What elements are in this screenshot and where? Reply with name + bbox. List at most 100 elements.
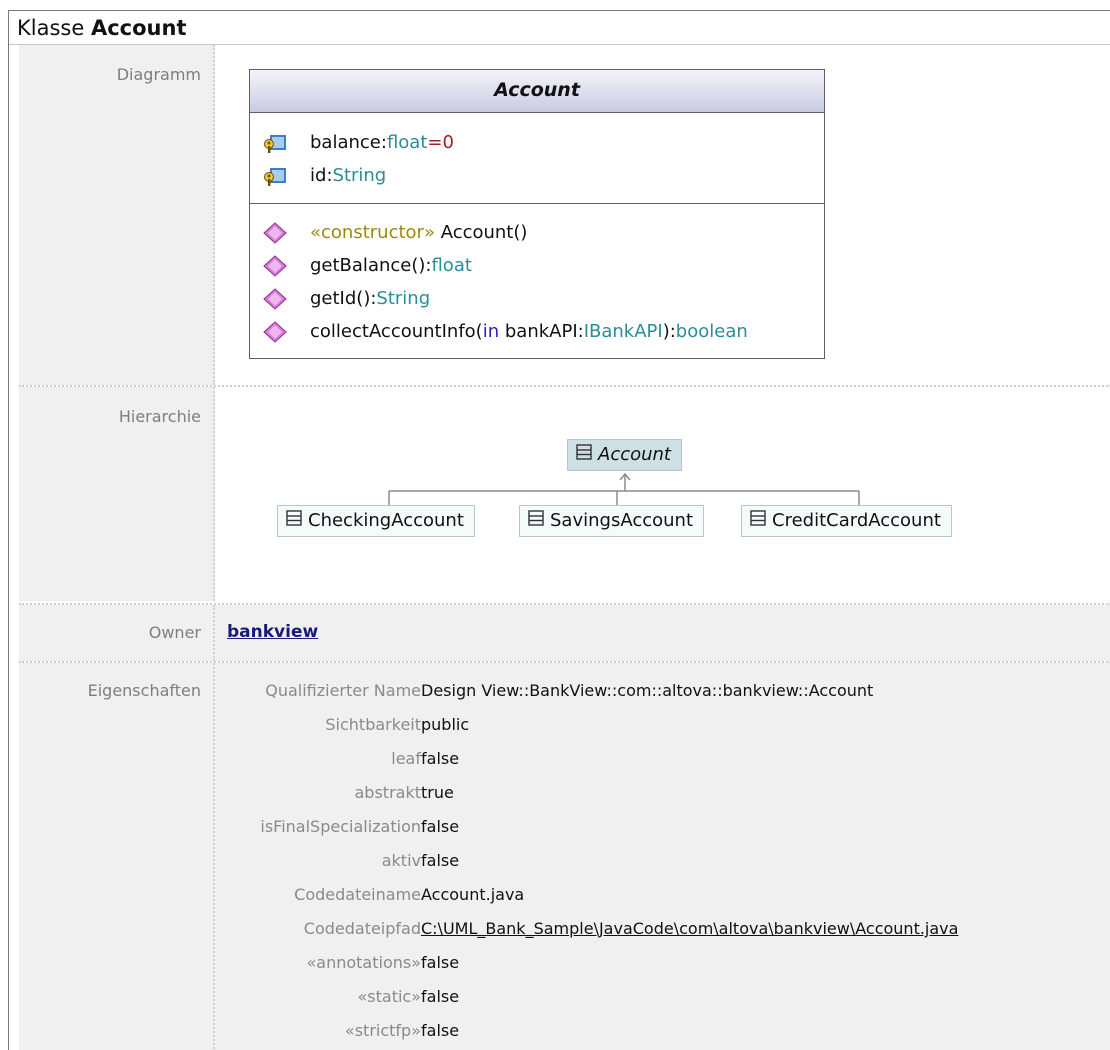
property-row: «strictfp»	[215, 1020, 421, 1042]
property-value: false	[421, 1021, 460, 1040]
owner-label: Owner	[148, 623, 201, 642]
hierarchy-row: Hierarchie Account CheckingAccount Savin…	[9, 387, 1110, 601]
operation-stereotype: «constructor»	[310, 222, 435, 243]
uml-class-box[interactable]: Account balance:float=0 id:String «const…	[249, 69, 825, 359]
property-value: true	[421, 783, 454, 802]
property-row: «annotations»	[215, 952, 421, 974]
class-icon	[286, 506, 302, 536]
property-key: isFinalSpecialization	[260, 817, 421, 836]
hierarchy-child-class[interactable]: SavingsAccount	[519, 505, 704, 537]
operation-icon	[262, 255, 288, 277]
owner-link[interactable]: bankview	[227, 622, 318, 642]
attribute-equals: =	[427, 132, 443, 153]
hierarchy-base-name: Account	[598, 444, 671, 465]
property-value: Design View::BankView::com::altova::bank…	[421, 681, 874, 700]
property-key: «annotations»	[306, 953, 421, 972]
uml-operation-row[interactable]: getBalance():float	[262, 253, 472, 279]
property-row: Codedateiname	[215, 884, 421, 906]
attribute-type: String	[332, 165, 387, 186]
property-row: Qualifizierter Name	[215, 680, 421, 702]
property-row: aktiv	[215, 850, 421, 872]
diagram-label-cell: Diagramm	[19, 45, 215, 385]
property-value: false	[421, 851, 460, 870]
property-key: Codedateiname	[294, 885, 421, 904]
uml-attributes: balance:float=0 id:String	[250, 113, 824, 204]
hierarchy-cell: Account CheckingAccount SavingsAccount C…	[215, 387, 1110, 601]
diagram-cell: Account balance:float=0 id:String «const…	[215, 45, 1110, 385]
page-title: Klasse Account	[9, 11, 1110, 45]
protected-attribute-icon	[262, 132, 288, 154]
title-prefix: Klasse	[17, 16, 85, 40]
property-value: Account.java	[421, 885, 525, 904]
property-value: false	[421, 817, 460, 836]
class-icon	[576, 440, 592, 470]
owner-row: Owner bankview	[9, 605, 1110, 661]
hierarchy-child-class[interactable]: CreditCardAccount	[741, 505, 952, 537]
property-key: leaf	[391, 749, 421, 768]
attribute-default: 0	[442, 132, 454, 153]
operation-return-type: boolean	[675, 321, 748, 342]
parameter-name: bankAPI:	[499, 321, 584, 342]
property-row: abstrakt	[215, 782, 422, 804]
property-key: aktiv	[381, 851, 421, 870]
uml-operation-row[interactable]: collectAccountInfo(in bankAPI:IBankAPI):…	[262, 319, 748, 345]
property-row: isFinalSpecialization	[215, 816, 421, 838]
owner-cell: bankview	[215, 605, 1110, 661]
properties-cell: Qualifizierter Name Design View::BankVie…	[215, 663, 1110, 1050]
operation-name: collectAccountInfo(	[310, 321, 483, 342]
property-key: Sichtbarkeit	[325, 715, 421, 734]
operation-return-type: String	[376, 288, 431, 309]
attribute-name: id	[310, 165, 327, 186]
operation-name: getBalance():	[310, 255, 432, 276]
hierarchy-label: Hierarchie	[118, 407, 201, 426]
hierarchy-child-name: SavingsAccount	[550, 510, 693, 531]
hierarchy-child-name: CreditCardAccount	[772, 510, 941, 531]
property-row: «static»	[215, 986, 421, 1008]
property-row: Sichtbarkeit	[215, 714, 421, 736]
code-path-link[interactable]: C:\UML_Bank_Sample\JavaCode\com\altova\b…	[421, 918, 958, 940]
attribute-type: float	[386, 132, 428, 153]
operation-icon	[262, 222, 288, 244]
property-key: Codedateipfad	[303, 919, 421, 938]
class-icon	[750, 506, 766, 536]
hierarchy-child-class[interactable]: CheckingAccount	[277, 505, 475, 537]
properties-row: Eigenschaften Qualifizierter Name Design…	[9, 663, 1110, 1050]
property-key: «strictfp»	[344, 1021, 421, 1040]
hierarchy-connectors	[388, 472, 860, 505]
class-name: Account	[90, 16, 187, 40]
operation-icon	[262, 288, 288, 310]
properties-label-cell: Eigenschaften	[19, 663, 215, 1050]
property-row: Codedateipfad	[215, 918, 421, 940]
parameter-type: IBankAPI	[583, 321, 663, 342]
hierarchy-label-cell: Hierarchie	[19, 387, 215, 601]
class-report: Klasse Account Diagramm Account balance:…	[8, 10, 1110, 1050]
uml-class-name: Account	[250, 70, 824, 113]
property-value: false	[421, 953, 460, 972]
parameter-direction: in	[482, 321, 500, 342]
property-value: false	[421, 749, 460, 768]
operation-return-type: float	[431, 255, 472, 276]
uml-operation-row[interactable]: getId():String	[262, 286, 430, 312]
property-key: abstrakt	[354, 783, 422, 802]
attribute-name: balance	[310, 132, 381, 153]
protected-attribute-icon	[262, 165, 288, 187]
properties-label: Eigenschaften	[87, 681, 201, 700]
uml-attribute-row[interactable]: balance:float=0	[262, 130, 454, 156]
diagram-label: Diagramm	[116, 65, 201, 84]
uml-operation-row[interactable]: «constructor» Account()	[262, 220, 527, 246]
operation-name: Account()	[434, 222, 528, 243]
property-key: «static»	[357, 987, 421, 1006]
operation-name: getId():	[310, 288, 377, 309]
hierarchy-base-class[interactable]: Account	[567, 439, 682, 471]
property-value: public	[421, 715, 470, 734]
uml-operations: «constructor» Account() getBalance():flo…	[250, 204, 824, 354]
uml-attribute-row[interactable]: id:String	[262, 163, 386, 189]
operation-close: ):	[662, 321, 676, 342]
diagram-row: Diagramm Account balance:float=0 id:Stri…	[9, 45, 1110, 385]
property-value: false	[421, 987, 460, 1006]
operation-icon	[262, 321, 288, 343]
property-key: Qualifizierter Name	[265, 681, 421, 700]
hierarchy-child-name: CheckingAccount	[308, 510, 464, 531]
class-icon	[528, 506, 544, 536]
owner-label-cell: Owner	[19, 605, 215, 661]
